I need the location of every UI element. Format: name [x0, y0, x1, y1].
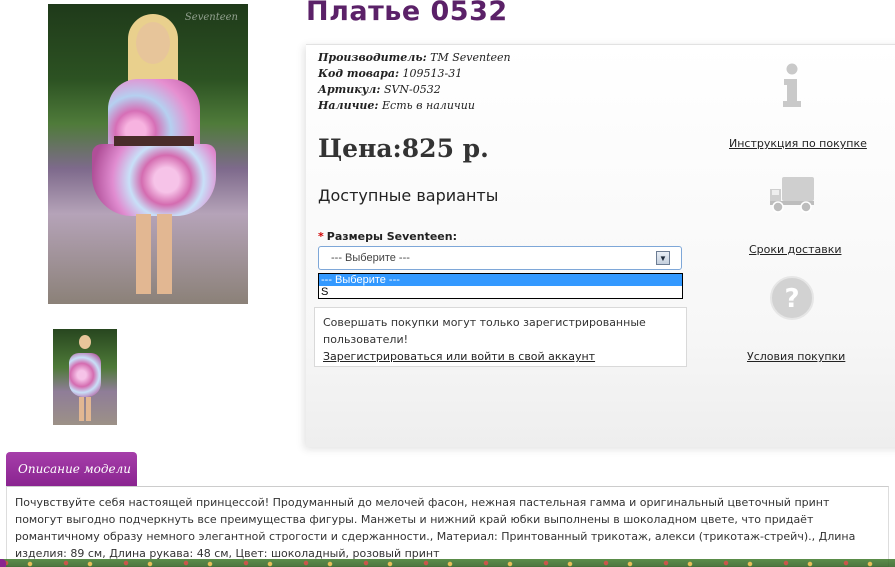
question-icon[interactable]: ? — [768, 274, 816, 322]
description-text: Почувствуйте себя настоящей принцессой! … — [6, 486, 889, 567]
size-option-s[interactable]: S — [319, 286, 682, 298]
sku-line: Артикул: SVN-0532 — [318, 83, 441, 96]
image-watermark: Seventeen — [184, 12, 238, 23]
description-tab[interactable]: Описание модели — [6, 452, 137, 486]
delivery-truck-icon[interactable] — [768, 170, 816, 218]
required-mark: * — [318, 230, 324, 243]
product-price: Цена:825 р. — [318, 134, 489, 163]
availability-value: Есть в наличии — [382, 99, 475, 112]
size-select-value: --- Выберите --- — [331, 252, 410, 264]
select-arrow-icon[interactable]: ▼ — [656, 251, 670, 265]
thumb-figure-dress — [69, 353, 101, 397]
purchase-instruction-link[interactable]: Инструкция по покупке — [729, 137, 867, 150]
delivery-terms-link[interactable]: Сроки доставки — [749, 243, 842, 256]
size-select[interactable]: --- Выберите --- ▼ — [318, 246, 682, 270]
sku-label: Артикул: — [318, 83, 381, 96]
manufacturer-label: Производитель: — [318, 51, 427, 64]
product-main-image[interactable]: Seventeen — [48, 4, 248, 304]
image-figure-skirt — [92, 144, 216, 216]
manufacturer-line: Производитель: TM Seventeen — [318, 51, 511, 64]
svg-text:?: ? — [784, 284, 799, 314]
availability-label: Наличие: — [318, 99, 379, 112]
purchase-terms-link[interactable]: Условия покупки — [747, 350, 845, 363]
thumb-figure-head — [79, 335, 91, 349]
size-dropdown-list[interactable]: --- Выберите --- S — [318, 273, 683, 299]
register-login-link[interactable]: Зарегистрироваться или войти в свой акка… — [323, 350, 595, 363]
variants-heading: Доступные варианты — [318, 186, 499, 205]
manufacturer-value: TM Seventeen — [430, 51, 511, 64]
info-icon[interactable] — [768, 62, 816, 110]
size-option-placeholder[interactable]: --- Выберите --- — [319, 274, 682, 286]
login-notice-box: Совершать покупки могут только зарегистр… — [314, 307, 687, 367]
product-code-line: Код товара: 109513-31 — [318, 67, 462, 80]
product-code-label: Код товара: — [318, 67, 400, 80]
sku-value: SVN-0532 — [383, 83, 441, 96]
product-thumbnail[interactable] — [53, 329, 117, 425]
product-code-value: 109513-31 — [402, 67, 463, 80]
image-figure-head — [136, 22, 170, 64]
login-notice-text: Совершать покупки могут только зарегистр… — [323, 316, 646, 346]
decorative-garland — [0, 559, 895, 567]
image-figure-legs — [136, 214, 172, 294]
image-figure-belt — [114, 136, 194, 146]
side-tab-marker[interactable] — [0, 559, 6, 567]
size-label-text: Размеры Seventeen: — [326, 230, 457, 243]
availability-line: Наличие: Есть в наличии — [318, 99, 475, 112]
thumb-figure-legs — [79, 397, 91, 421]
size-select-label: * Размеры Seventeen: — [318, 230, 457, 243]
product-title: Платье 0532 — [306, 0, 508, 27]
